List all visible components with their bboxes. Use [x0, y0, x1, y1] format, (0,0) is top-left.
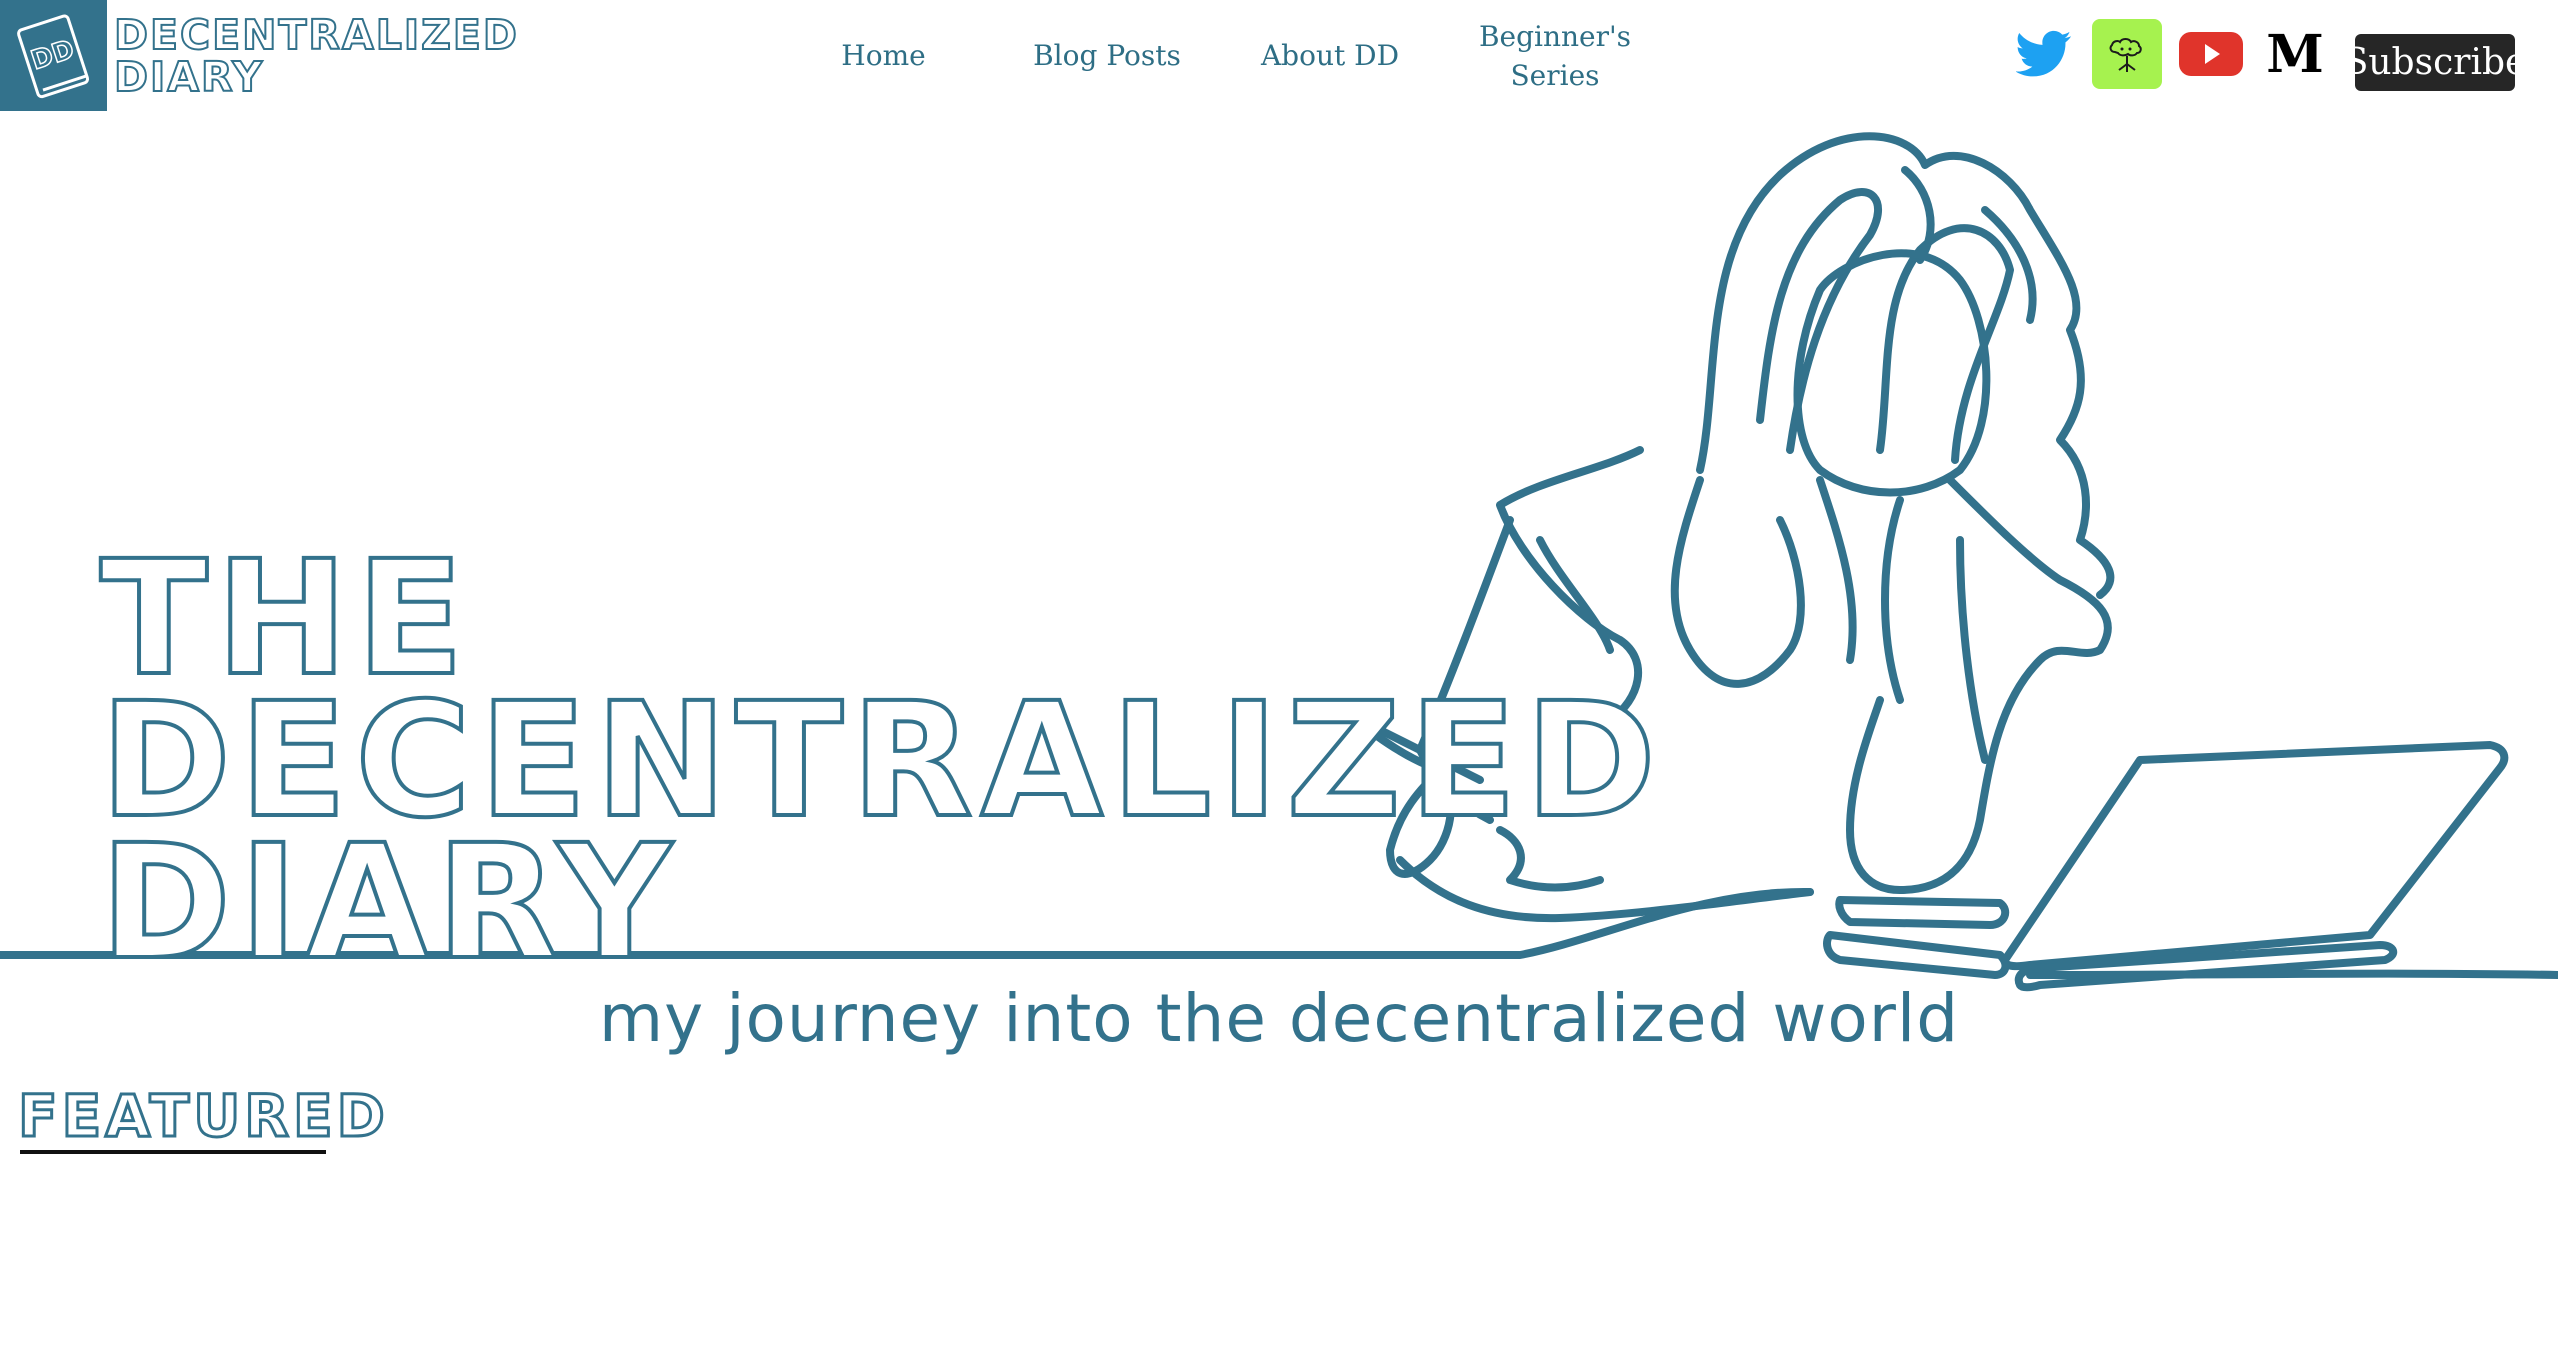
nav-beginners-series[interactable]: Beginner's Series: [1478, 0, 1632, 111]
nav-about-label: About DD: [1260, 39, 1400, 72]
hero-title: THE DECENTRALIZED DIARY: [98, 538, 1658, 995]
nav-beginners-line1: Beginner's: [1478, 19, 1632, 53]
nav-blog-posts-label: Blog Posts: [1033, 39, 1181, 72]
twitter-link[interactable]: [2008, 18, 2080, 90]
featured-heading: FEATURED: [17, 1081, 389, 1152]
featured-underline: [20, 1150, 326, 1154]
nav-beginners-line2: Series: [1510, 58, 1600, 92]
nav-home[interactable]: Home: [810, 0, 957, 111]
youtube-icon: [2179, 32, 2243, 76]
linktree-link[interactable]: [2092, 19, 2162, 89]
twitter-icon: [2016, 30, 2072, 77]
hero-title-line3: DIARY: [98, 811, 680, 995]
top-navigation-bar: DD DECENTRALIZED DIARY Home Blog Posts A…: [0, 0, 2558, 111]
linktree-icon: [2109, 38, 2142, 72]
medium-link[interactable]: M: [2259, 18, 2331, 90]
nav-about[interactable]: About DD: [1255, 0, 1405, 111]
hero-tagline: my journey into the decentralized world: [598, 980, 1960, 1057]
subscribe-button[interactable]: Subscribe: [2344, 34, 2526, 91]
youtube-link[interactable]: [2175, 18, 2247, 90]
nav-blog-posts[interactable]: Blog Posts: [1032, 0, 1182, 111]
nav-home-label: Home: [841, 39, 926, 72]
medium-icon: M: [2266, 23, 2324, 85]
